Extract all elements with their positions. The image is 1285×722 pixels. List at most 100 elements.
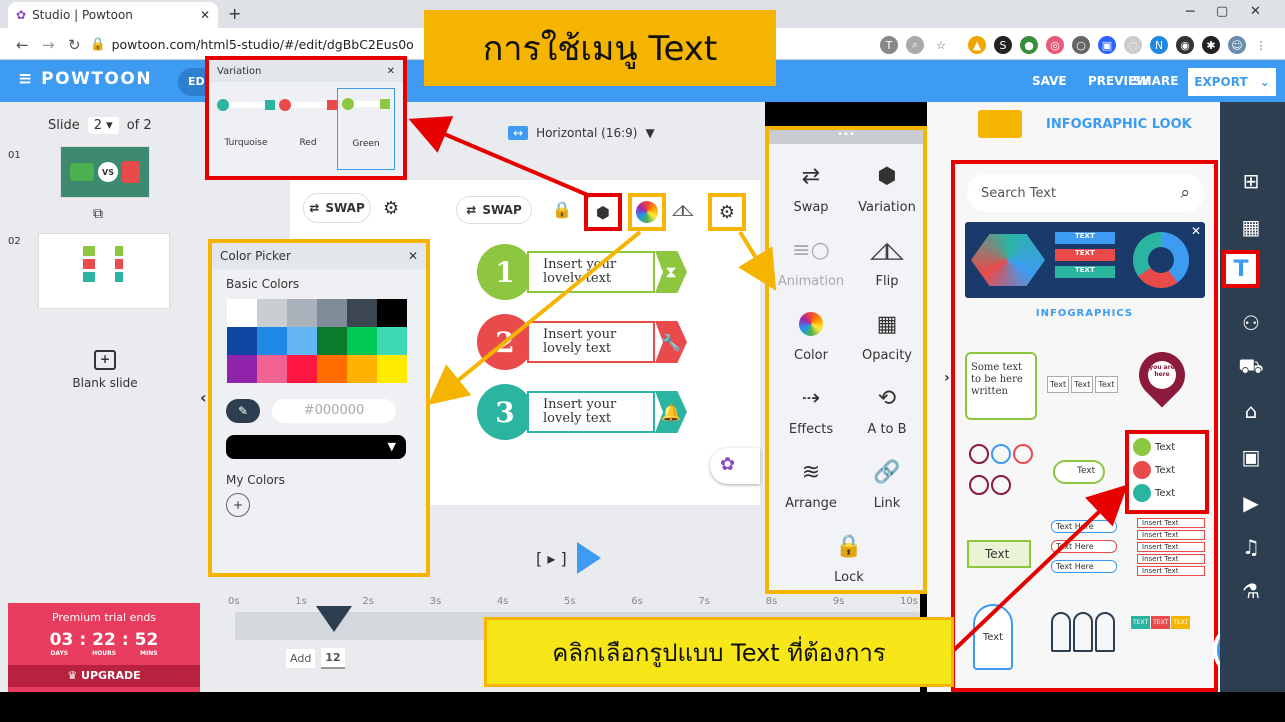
variation-red[interactable]: Red (279, 90, 337, 148)
menu-effects[interactable]: ⇢ Effects (773, 378, 849, 450)
share-button[interactable]: SHARE (1133, 74, 1178, 88)
hex-input[interactable]: #000000 (272, 399, 396, 423)
color-swatch[interactable] (347, 299, 377, 327)
slide-thumbnail-1[interactable]: VS (60, 146, 150, 198)
color-swatch[interactable] (347, 355, 377, 383)
background-icon[interactable]: ▦ (1236, 212, 1266, 242)
search-icon[interactable]: ⌕ (1180, 183, 1190, 203)
asset-numbered-shields[interactable] (1051, 612, 1115, 652)
play-button[interactable]: [ ▸ ] (536, 542, 601, 574)
asset-green-bubble[interactable]: Text (1053, 460, 1105, 484)
edit-tab[interactable]: ED (178, 68, 208, 96)
blank-slide-button[interactable]: + Blank slide (60, 350, 150, 390)
color-swatch[interactable] (257, 299, 287, 327)
variation-green[interactable]: Green (337, 88, 395, 170)
infographic-item-1[interactable]: 1 Insert your lovely text ⧗ (477, 244, 687, 300)
minimize-icon[interactable]: ─ (1186, 4, 1194, 20)
menu-link[interactable]: 🔗 Link (849, 452, 925, 524)
menu-flip[interactable]: ◿◺ Flip (849, 230, 925, 302)
color-swatch[interactable] (257, 355, 287, 383)
swap-button[interactable]: ⇄ SWAP (303, 193, 371, 223)
aspect-selector[interactable]: ↔ Horizontal (16:9) ▼ (508, 126, 655, 140)
play-icon[interactable] (576, 542, 601, 574)
reload-icon[interactable]: ↻ (68, 36, 81, 54)
video-icon[interactable]: ▶ (1236, 488, 1266, 518)
menu-opacity[interactable]: ▦ Opacity (849, 304, 925, 376)
tab-close-icon[interactable]: ✕ (200, 8, 210, 22)
item-text-2[interactable]: Insert your lovely text (527, 321, 655, 363)
close-icon[interactable]: ✕ (387, 66, 395, 77)
color-swatch[interactable] (227, 299, 257, 327)
close-icon[interactable]: ✕ (408, 249, 418, 263)
color-swatch[interactable] (227, 327, 257, 355)
swap-element-button[interactable]: ⇄ SWAP (456, 196, 532, 224)
asset-you-are-here[interactable]: you are here (1129, 342, 1195, 408)
collapse-right-icon[interactable]: › (944, 370, 950, 386)
music-icon[interactable]: ♫ (1236, 532, 1266, 562)
url-field[interactable]: 🔒 powtoon.com/html5-studio/#/edit/dgBbC2… (90, 33, 420, 55)
asset-text-tabs[interactable]: TEXT TEXT TEXT (1131, 616, 1191, 629)
variation-toolbar-button[interactable]: ⬢ (584, 193, 622, 231)
asset-insert-text-list[interactable]: Insert Text Insert Text Insert Text Inse… (1137, 518, 1205, 576)
color-swatch[interactable] (287, 355, 317, 383)
new-tab-icon[interactable]: + (228, 4, 241, 23)
color-swatch[interactable] (227, 355, 257, 383)
color-swatch[interactable] (377, 327, 407, 355)
browser-extension-icons[interactable]: T ⌕ ☆ ▲ S ● ◎ ○ ▣ ◌ N ◉ ✱ ☺ ⋮ (880, 36, 1270, 56)
menu-variation[interactable]: ⬢ Variation (849, 156, 925, 228)
color-swatch[interactable] (317, 299, 347, 327)
collapse-left-icon[interactable]: ‹ (200, 388, 207, 407)
color-toolbar-button[interactable] (628, 193, 666, 231)
powtoon-logo[interactable]: ≡ POWTOON (18, 69, 152, 89)
menu-a-to-b[interactable]: ⟲ A to B (849, 378, 925, 450)
timeline-playhead[interactable] (316, 606, 352, 632)
close-banner-icon[interactable]: ✕ (1191, 224, 1201, 238)
asset-numbered-text-selected[interactable]: Text Text Text (1125, 430, 1209, 514)
menu-drag-handle[interactable]: ••• (769, 130, 923, 144)
add-duration-button[interactable]: Add 12 (286, 648, 345, 669)
menu-arrange[interactable]: ≋ Arrange (773, 452, 849, 524)
forward-icon[interactable]: → (42, 36, 55, 54)
settings-toolbar-button[interactable]: ⚙ (708, 193, 746, 231)
item-text-1[interactable]: Insert your lovely text (527, 251, 655, 293)
slide-dropdown[interactable]: 2 ▾ (87, 117, 119, 134)
back-icon[interactable]: ← (16, 36, 29, 54)
search-text-input[interactable]: Search Text ⌕ (967, 174, 1204, 212)
add-color-icon[interactable]: + (226, 493, 250, 517)
menu-color[interactable]: Color (773, 304, 849, 376)
props-icon[interactable]: ⛟ (1236, 352, 1266, 382)
asset-text-badge[interactable]: Text (973, 604, 1013, 670)
menu-swap[interactable]: ⇄ Swap (773, 156, 849, 228)
menu-animation[interactable]: ≡○ Animation (773, 230, 849, 302)
text-icon[interactable]: T (1222, 250, 1260, 288)
asset-text-triple[interactable]: Text Text Text (1047, 376, 1118, 393)
specials-icon[interactable]: ⚗ (1236, 576, 1266, 606)
color-swatch[interactable] (287, 327, 317, 355)
browser-tab[interactable]: ✿ Studio | Powtoon ✕ (8, 2, 218, 28)
color-swatch[interactable] (287, 299, 317, 327)
variation-turquoise[interactable]: Turquoise (217, 90, 275, 148)
save-button[interactable]: SAVE (1032, 74, 1067, 88)
asset-some-text[interactable]: Some text to be here written (965, 352, 1037, 420)
eyedropper-icon[interactable]: ✎ (226, 399, 260, 423)
color-swatch[interactable] (377, 355, 407, 383)
slide-thumbnail-2[interactable] (38, 233, 170, 309)
color-swatch[interactable] (317, 355, 347, 383)
close-window-icon[interactable]: ✕ (1250, 4, 1261, 19)
menu-lock[interactable]: 🔒 Lock (811, 526, 887, 598)
color-swatch[interactable] (377, 299, 407, 327)
color-swatch[interactable] (317, 327, 347, 355)
infographics-banner[interactable]: TEXT TEXT TEXT ✕ (965, 222, 1205, 298)
menu-icon[interactable]: ≡ (18, 69, 34, 89)
shapes-icon[interactable]: ⌂ (1236, 396, 1266, 426)
maximize-icon[interactable]: ▢ (1216, 4, 1228, 19)
export-button[interactable]: EXPORT ⌄ (1188, 68, 1276, 96)
asset-text-arrow[interactable]: Text (967, 540, 1031, 568)
color-swatch[interactable] (347, 327, 377, 355)
layout-icon[interactable]: ⊞ (1236, 166, 1266, 196)
infographic-item-3[interactable]: 3 Insert your lovely text 🔔 (477, 384, 687, 440)
upgrade-button[interactable]: ♛ UPGRADE (8, 665, 200, 687)
characters-icon[interactable]: ⚇ (1236, 308, 1266, 338)
settings-icon[interactable]: ⚙ (383, 198, 399, 219)
slide-selector[interactable]: Slide 2 ▾ of 2 (48, 117, 152, 134)
